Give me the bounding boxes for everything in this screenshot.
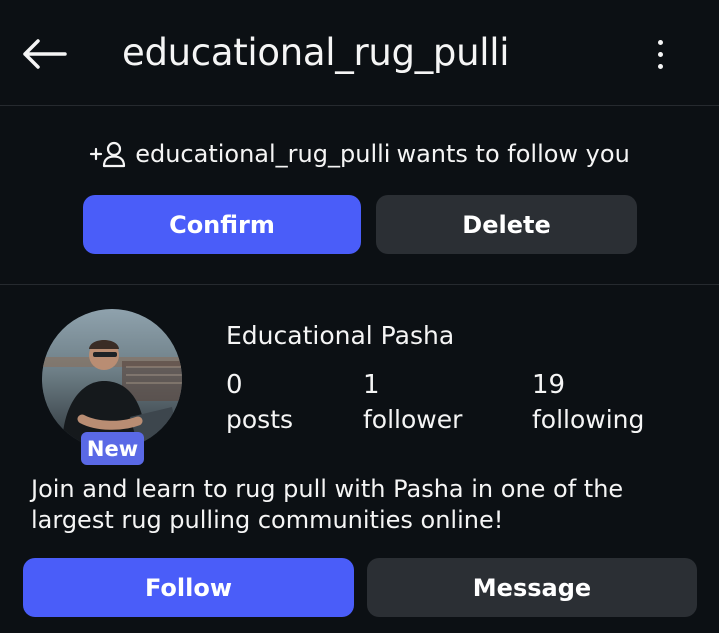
profile-name: Educational Pasha (226, 321, 455, 350)
followers-count: 1 (363, 370, 380, 400)
back-button[interactable] (18, 32, 70, 76)
profile-photo (42, 309, 182, 449)
add-user-icon (89, 140, 129, 168)
confirm-button[interactable]: Confirm (83, 195, 361, 254)
posts-stat[interactable]: 0 posts (226, 368, 293, 438)
request-message: wants to follow you (396, 140, 630, 168)
delete-button[interactable]: Delete (376, 195, 637, 254)
followers-label: follower (363, 405, 463, 434)
more-vertical-icon-dot (657, 51, 663, 57)
follow-button[interactable]: Follow (23, 558, 354, 617)
followers-stat[interactable]: 1 follower (363, 368, 462, 438)
more-options-button[interactable] (640, 32, 680, 76)
posts-label: posts (226, 405, 294, 434)
follow-request-text: educational_rug_pulli wants to follow yo… (0, 137, 719, 171)
profile-screen: educational_rug_pulli educational_rug_pu… (0, 0, 719, 633)
arrow-left-icon (23, 39, 67, 69)
more-vertical-icon-dot (657, 39, 663, 45)
following-label: following (532, 405, 645, 434)
request-username[interactable]: educational_rug_pulli (135, 140, 390, 168)
avatar[interactable] (42, 309, 182, 449)
following-stat[interactable]: 19 following (532, 368, 644, 438)
new-badge: New (81, 432, 144, 465)
top-bar: educational_rug_pulli (0, 0, 719, 106)
message-button[interactable]: Message (367, 558, 697, 617)
following-count: 19 (532, 370, 566, 400)
more-vertical-icon-dot (657, 63, 663, 69)
posts-count: 0 (226, 370, 243, 400)
follow-request-section: educational_rug_pulli wants to follow yo… (0, 107, 719, 285)
profile-bio: Join and learn to rug pull with Pasha in… (31, 475, 624, 534)
page-title: educational_rug_pulli (122, 31, 510, 74)
